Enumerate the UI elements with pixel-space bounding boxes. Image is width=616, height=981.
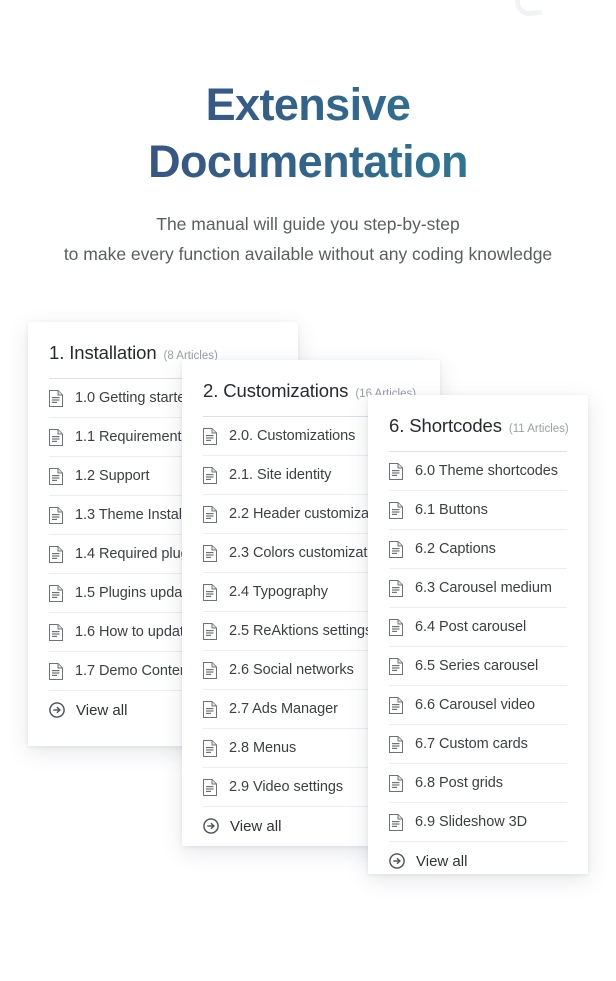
article-list-item-label: 1.2 Support xyxy=(75,468,150,484)
article-list-item-label: 6.9 Slideshow 3D xyxy=(415,814,528,830)
article-list-item-label: 2.6 Social networks xyxy=(229,662,354,678)
document-icon xyxy=(389,462,403,480)
article-list-item-label: 2.7 Ads Manager xyxy=(229,701,338,717)
view-all-label: View all xyxy=(416,852,468,870)
document-icon xyxy=(389,540,403,558)
document-icon xyxy=(203,661,217,679)
document-icon xyxy=(389,501,403,519)
decorative-mark xyxy=(513,0,543,17)
article-list-item-label: 2.5 ReAktions settings xyxy=(229,623,373,639)
document-icon xyxy=(389,735,403,753)
page-subtitle-line-1: The manual will guide you step-by-step xyxy=(156,214,460,234)
article-list-item[interactable]: 6.3 Carousel medium xyxy=(389,568,567,607)
document-icon xyxy=(203,427,217,445)
document-icon xyxy=(203,583,217,601)
card-article-count: (11 Articles) xyxy=(508,423,569,435)
document-icon xyxy=(49,584,63,602)
article-list-item-label: 1.1 Requirements xyxy=(75,429,189,445)
article-list-item[interactable]: 6.9 Slideshow 3D xyxy=(389,802,567,841)
article-list-item-label: 1.5 Plugins update xyxy=(75,585,195,601)
article-list-item-label: 2.0. Customizations xyxy=(229,428,356,444)
document-icon xyxy=(389,813,403,831)
article-list-item-label: 2.8 Menus xyxy=(229,740,297,756)
card-title: 2. Customizations xyxy=(203,380,349,401)
article-list-item-label: 2.4 Typography xyxy=(229,584,328,600)
document-icon xyxy=(49,623,63,641)
page-title-line-1: Extensive xyxy=(205,79,411,130)
document-icon xyxy=(389,657,403,675)
view-all-link[interactable]: View all xyxy=(389,841,567,874)
page-title: Extensive Documentation xyxy=(0,76,616,190)
arrow-circle-right-icon xyxy=(49,702,65,718)
document-icon xyxy=(49,506,63,524)
card-title: 6. Shortcodes xyxy=(389,415,502,436)
article-list-item[interactable]: 6.2 Captions xyxy=(389,529,567,568)
document-icon xyxy=(389,696,403,714)
article-list-item-label: 6.6 Carousel video xyxy=(415,697,536,713)
page-subtitle-line-2: to make every function available without… xyxy=(63,244,553,264)
article-list-item-label: 6.0 Theme shortcodes xyxy=(415,463,559,479)
article-list-item-label: 6.8 Post grids xyxy=(415,775,503,791)
article-list-item-label: 1.6 How to update xyxy=(75,624,192,640)
document-icon xyxy=(203,505,217,523)
article-list-item-label: 2.9 Video settings xyxy=(229,779,344,795)
document-icon xyxy=(389,618,403,636)
view-all-label: View all xyxy=(76,701,128,719)
document-icon xyxy=(49,389,63,407)
page-subtitle: The manual will guide you step-by-step t… xyxy=(0,209,616,269)
article-list-item[interactable]: 6.8 Post grids xyxy=(389,763,567,802)
article-list-item-label: 6.3 Carousel medium xyxy=(415,580,552,596)
article-list-item-label: 6.2 Captions xyxy=(415,541,496,557)
document-icon xyxy=(203,622,217,640)
page-title-line-2: Documentation xyxy=(148,136,468,187)
article-list-item[interactable]: 6.7 Custom cards xyxy=(389,724,567,763)
document-icon xyxy=(203,466,217,484)
article-list-item-label: 6.5 Series carousel xyxy=(415,658,539,674)
document-icon xyxy=(389,774,403,792)
document-icon xyxy=(203,739,217,757)
document-icon xyxy=(203,700,217,718)
document-icon xyxy=(203,778,217,796)
article-list-item-label: 6.4 Post carousel xyxy=(415,619,527,635)
document-icon xyxy=(49,428,63,446)
document-icon xyxy=(49,467,63,485)
article-list-item[interactable]: 6.4 Post carousel xyxy=(389,607,567,646)
article-list-item-label: 2.1. Site identity xyxy=(229,467,332,483)
article-list-item-label: 6.7 Custom cards xyxy=(415,736,528,752)
document-icon xyxy=(49,545,63,563)
document-icon xyxy=(203,544,217,562)
card-header: 6. Shortcodes (11 Articles) xyxy=(368,395,588,451)
article-list-item[interactable]: 6.5 Series carousel xyxy=(389,646,567,685)
card-title: 1. Installation xyxy=(49,342,157,363)
document-icon xyxy=(49,662,63,680)
article-list-item-label: 1.0 Getting started xyxy=(75,390,194,406)
article-list-item[interactable]: 6.0 Theme shortcodes xyxy=(389,451,567,490)
article-list-item-label: 2.3 Colors customization xyxy=(229,545,387,561)
arrow-circle-right-icon xyxy=(203,818,219,834)
view-all-label: View all xyxy=(230,817,282,835)
article-list-item[interactable]: 6.1 Buttons xyxy=(389,490,567,529)
arrow-circle-right-icon xyxy=(389,853,405,869)
article-list-item-label: 6.1 Buttons xyxy=(415,502,488,518)
documentation-promo-page: Extensive Documentation The manual will … xyxy=(0,0,616,981)
category-card-shortcodes[interactable]: 6. Shortcodes (11 Articles) 6.0 Theme sh… xyxy=(368,395,588,874)
document-icon xyxy=(389,579,403,597)
article-list: 6.0 Theme shortcodes 6.1 Buttons 6.2 Capti… xyxy=(368,451,588,874)
article-list-item-label: 1.7 Demo Content xyxy=(75,663,192,679)
article-list-item[interactable]: 6.6 Carousel video xyxy=(389,685,567,724)
